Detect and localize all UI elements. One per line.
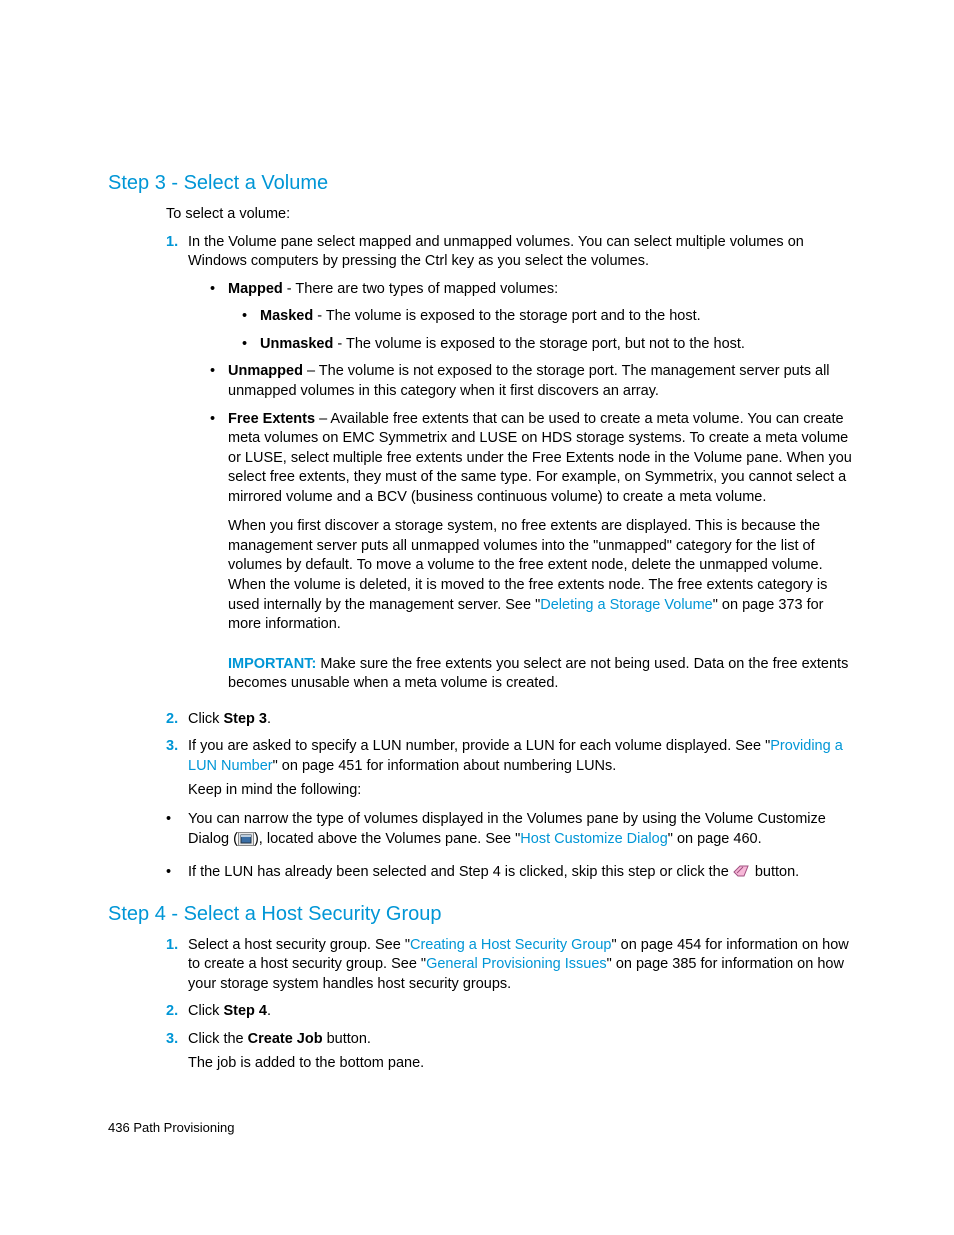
link-general-provisioning-issues[interactable]: General Provisioning Issues [426,956,607,972]
body-text: Make sure the free extents you select ar… [228,656,848,692]
list-item: • Unmasked - The volume is exposed to th… [242,335,745,355]
body-text: Select a host security group. See " [188,937,410,953]
body-text: If you are asked to specify a LUN number… [188,738,770,754]
list-number: 1. [166,936,188,995]
page-number: 436 [108,1120,130,1135]
body-text: – Available free extents that can be use… [228,411,852,505]
list-item: • Masked - The volume is exposed to the … [242,307,745,327]
body-text: Keep in mind the following: [188,781,854,801]
list-number: 1. [166,233,188,694]
list-item: 3. If you are asked to specify a LUN num… [166,737,854,800]
list-item: • Free Extents – Available free extents … [210,410,854,694]
body-text: - The volume is exposed to the storage p… [313,308,700,324]
link-deleting-storage-volume[interactable]: Deleting a Storage Volume [540,597,713,613]
link-host-customize-dialog[interactable]: Host Customize Dialog [520,831,667,847]
list-number: 3. [166,737,188,800]
list-item: 2. Click Step 4. [166,1002,854,1022]
important-label: IMPORTANT: [228,656,316,672]
list-item: • If the LUN has already been selected a… [166,863,854,883]
body-text: If the LUN has already been selected and… [188,864,733,880]
list-item: • Unmapped – The volume is not exposed t… [210,362,854,401]
list-item: 3. Click the Create Job button. The job … [166,1030,854,1073]
body-text: Click [188,1003,223,1019]
list-item: • Mapped - There are two types of mapped… [210,280,854,355]
list-number: 2. [166,710,188,730]
body-text: In the Volume pane select mapped and unm… [188,234,804,270]
step-label: Step 4 [223,1003,267,1019]
body-text: The job is added to the bottom pane. [188,1054,854,1074]
body-text: button. [323,1031,371,1047]
button-label: Create Job [248,1031,323,1047]
body-text: - There are two types of mapped volumes: [283,281,558,297]
term-label: Free Extents [228,411,315,427]
list-item: 2. Click Step 3. [166,710,854,730]
body-text: " on page 451 for information about numb… [273,758,617,774]
term-label: Mapped [228,281,283,297]
list-item: 1. In the Volume pane select mapped and … [166,233,854,694]
bullet-icon: • [166,810,188,849]
body-text: button. [751,864,799,880]
list-number: 2. [166,1002,188,1022]
bullet-icon: • [242,307,260,327]
body-text: Click the [188,1031,248,1047]
bullet-icon: • [210,280,228,355]
section-name: Path Provisioning [130,1120,235,1135]
body-text: When you first discover a storage system… [228,517,854,634]
bullet-icon: • [210,362,228,401]
important-note: IMPORTANT: Make sure the free extents yo… [228,655,854,694]
body-text: – The volume is not exposed to the stora… [228,363,830,399]
body-text: - The volume is exposed to the storage p… [333,336,745,352]
bullet-icon: • [166,863,188,883]
body-text: Click [188,711,223,727]
step3-heading: Step 3 - Select a Volume [108,170,854,197]
step3-intro: To select a volume: [166,205,854,225]
document-page: Step 3 - Select a Volume To select a vol… [0,0,954,1197]
term-label: Unmapped [228,363,303,379]
body-text: . [267,711,271,727]
list-item: • You can narrow the type of volumes dis… [166,810,854,849]
bullet-icon: • [242,335,260,355]
term-label: Masked [260,308,313,324]
body-text: ), located above the Volumes pane. See " [254,831,520,847]
body-text: " on page 460. [668,831,762,847]
link-creating-host-security-group[interactable]: Creating a Host Security Group [410,937,611,953]
body-text: . [267,1003,271,1019]
customize-dialog-icon [238,832,254,846]
eraser-icon [733,865,751,879]
list-number: 3. [166,1030,188,1073]
step4-heading: Step 4 - Select a Host Security Group [108,901,854,928]
step-label: Step 3 [223,711,267,727]
bullet-icon: • [210,410,228,694]
list-item: 1. Select a host security group. See "Cr… [166,936,854,995]
page-footer: 436 Path Provisioning [108,1119,854,1137]
term-label: Unmasked [260,336,333,352]
